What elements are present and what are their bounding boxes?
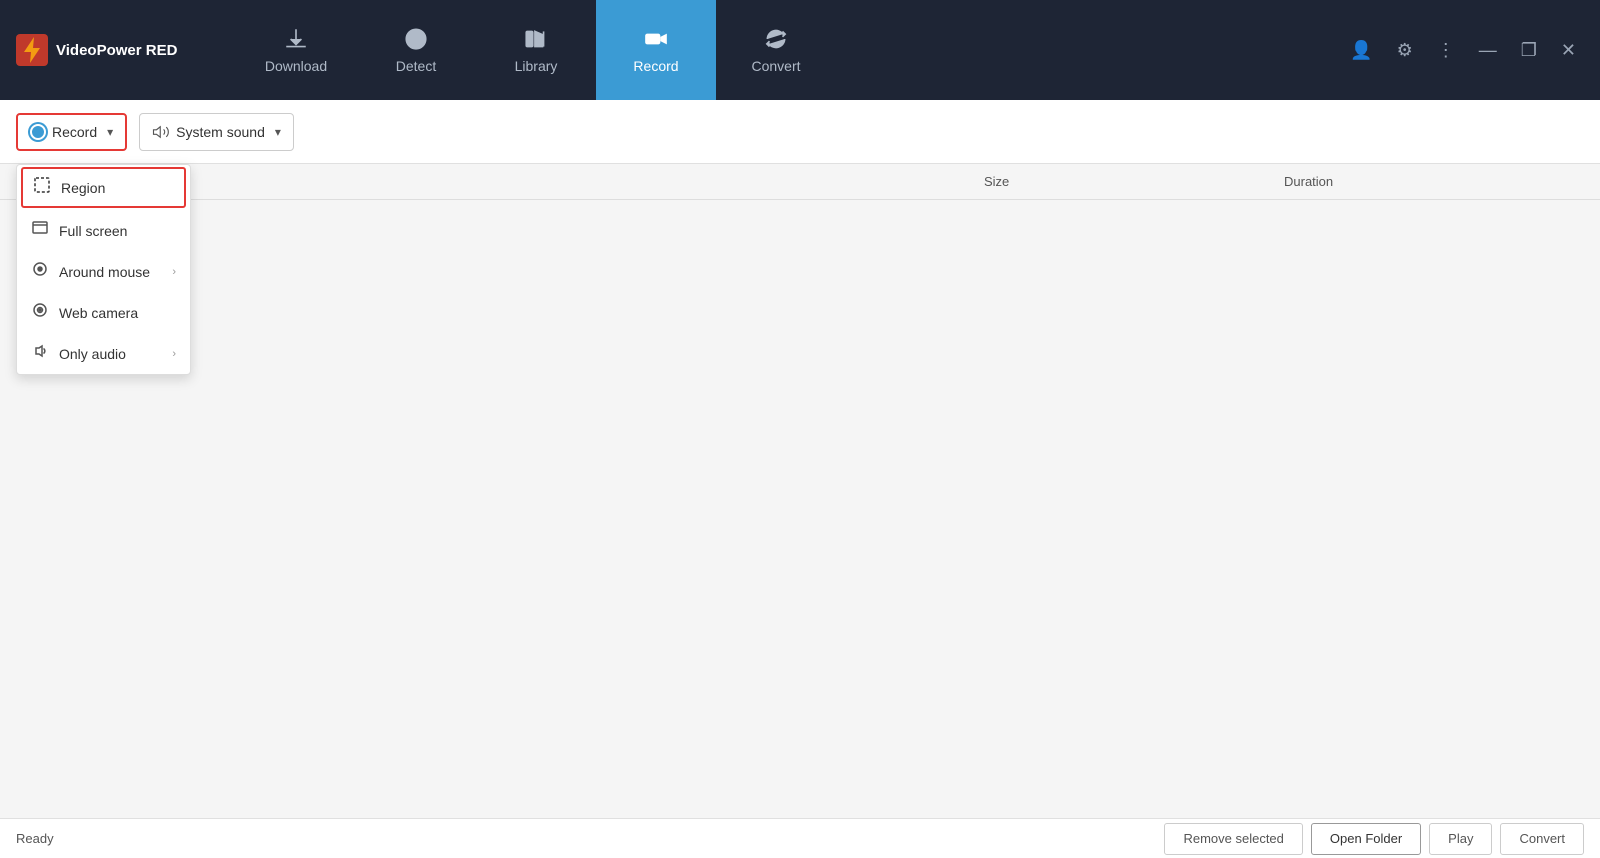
dropdown-item-region[interactable]: Region	[21, 167, 186, 208]
record-chevron-icon: ▾	[107, 125, 113, 139]
system-sound-button[interactable]: System sound ▾	[139, 113, 294, 151]
speaker-icon	[152, 123, 170, 141]
dropdown-item-around-mouse[interactable]: Around mouse ›	[17, 251, 190, 292]
tab-convert[interactable]: Convert	[716, 0, 836, 100]
status-text: Ready	[16, 831, 54, 846]
record-dot-icon	[30, 124, 46, 140]
around-mouse-icon	[31, 261, 49, 282]
detect-icon	[403, 26, 429, 52]
fullscreen-icon	[31, 220, 49, 241]
record-button[interactable]: Record ▾	[16, 113, 127, 151]
dropdown-item-only-audio[interactable]: Only audio ›	[17, 333, 190, 374]
web-camera-icon	[31, 302, 49, 323]
settings-icon[interactable]: ⚙	[1389, 36, 1421, 65]
col-size: Size	[984, 174, 1284, 189]
table-body	[0, 200, 1600, 818]
only-audio-icon	[31, 343, 49, 364]
statusbar: Ready Remove selected Open Folder Play C…	[0, 818, 1600, 858]
library-icon	[523, 26, 549, 52]
convert-icon	[763, 26, 789, 52]
more-icon[interactable]: ⋮	[1429, 36, 1463, 65]
only-audio-chevron-icon: ›	[172, 348, 176, 360]
action-buttons: Remove selected Open Folder Play Convert	[1164, 823, 1584, 855]
app-logo-icon	[16, 34, 48, 66]
convert-button[interactable]: Convert	[1500, 823, 1584, 855]
tab-library[interactable]: Library	[476, 0, 596, 100]
maximize-button[interactable]: ❐	[1513, 36, 1545, 65]
main-nav: Download Detect Library	[236, 0, 1342, 100]
app-title: VideoPower RED	[56, 42, 177, 59]
tab-detect[interactable]: Detect	[356, 0, 476, 100]
col-duration: Duration	[1284, 174, 1584, 189]
minimize-button[interactable]: —	[1471, 36, 1505, 65]
close-button[interactable]: ✕	[1553, 36, 1584, 65]
tab-record[interactable]: Record	[596, 0, 716, 100]
remove-selected-button[interactable]: Remove selected	[1164, 823, 1302, 855]
tab-download[interactable]: Download	[236, 0, 356, 100]
sound-chevron-icon: ▾	[275, 125, 281, 139]
toolbar: Record ▾ System sound ▾ Region	[0, 100, 1600, 164]
around-mouse-chevron-icon: ›	[172, 266, 176, 278]
window-controls: 👤 ⚙ ⋮ — ❐ ✕	[1342, 36, 1584, 65]
dropdown-item-web-camera[interactable]: Web camera	[17, 292, 190, 333]
record-nav-icon	[643, 26, 669, 52]
region-icon	[33, 177, 51, 198]
play-button[interactable]: Play	[1429, 823, 1492, 855]
user-icon[interactable]: 👤	[1342, 36, 1380, 65]
app-logo-area: VideoPower RED	[16, 34, 196, 66]
dropdown-item-fullscreen[interactable]: Full screen	[17, 210, 190, 251]
record-dropdown: Region Full screen Around mouse ›	[16, 164, 191, 375]
open-folder-button[interactable]: Open Folder	[1311, 823, 1421, 855]
table-header: Size Duration	[0, 164, 1600, 200]
content-area: Size Duration	[0, 164, 1600, 818]
download-icon	[283, 26, 309, 52]
